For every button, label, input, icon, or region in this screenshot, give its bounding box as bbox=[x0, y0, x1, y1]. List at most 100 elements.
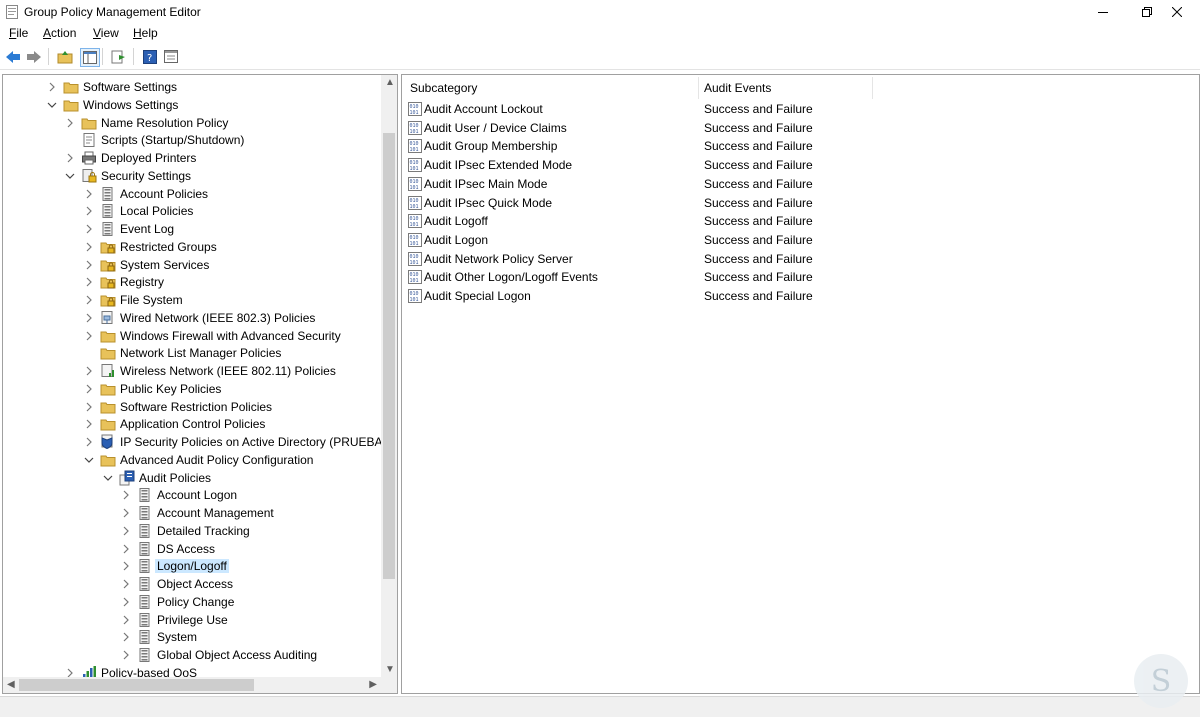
tree-node[interactable]: System Services bbox=[3, 256, 381, 274]
chevron-right-icon[interactable] bbox=[47, 80, 57, 94]
tree-node[interactable]: Software Settings bbox=[3, 78, 381, 96]
list-item[interactable]: 010 101 Audit Logon Success and Failure bbox=[402, 231, 1192, 249]
tree-node[interactable]: Scripts (Startup/Shutdown) bbox=[3, 131, 381, 149]
tree-node[interactable]: Wireless Network (IEEE 802.11) Policies bbox=[3, 362, 381, 380]
chevron-right-icon[interactable] bbox=[84, 240, 94, 254]
tree-node[interactable]: Policy-based QoS bbox=[3, 664, 381, 677]
tree-vscroll-thumb[interactable] bbox=[383, 133, 395, 579]
chevron-right-icon[interactable] bbox=[65, 151, 75, 165]
scroll-up-icon[interactable]: ▲ bbox=[385, 77, 395, 88]
menu-file[interactable]: File bbox=[9, 26, 28, 40]
chevron-right-icon[interactable] bbox=[121, 577, 131, 591]
tree-hscroll-thumb[interactable] bbox=[19, 679, 254, 691]
properties-button[interactable] bbox=[162, 48, 180, 65]
list-item[interactable]: 010 101 Audit Network Policy Server Success… bbox=[402, 250, 1192, 268]
chevron-right-icon[interactable] bbox=[84, 187, 94, 201]
tree-node[interactable]: Restricted Groups bbox=[3, 238, 381, 256]
chevron-down-icon[interactable] bbox=[84, 453, 94, 467]
chevron-right-icon[interactable] bbox=[121, 613, 131, 627]
list-item[interactable]: 010 101 Audit Other Logon/Logoff Events Suc… bbox=[402, 268, 1192, 286]
chevron-right-icon[interactable] bbox=[84, 417, 94, 431]
minimize-button[interactable] bbox=[1080, 0, 1126, 24]
column-divider[interactable] bbox=[872, 77, 873, 99]
close-button[interactable] bbox=[1154, 0, 1200, 24]
chevron-right-icon[interactable] bbox=[84, 275, 94, 289]
tree-node[interactable]: Registry bbox=[3, 273, 381, 291]
chevron-right-icon[interactable] bbox=[121, 488, 131, 502]
forward-button[interactable] bbox=[25, 48, 43, 65]
chevron-right-icon[interactable] bbox=[84, 222, 94, 236]
chevron-right-icon[interactable] bbox=[84, 382, 94, 396]
chevron-right-icon[interactable] bbox=[121, 630, 131, 644]
tree-node[interactable]: Public Key Policies bbox=[3, 380, 381, 398]
tree-node[interactable]: Advanced Audit Policy Configuration bbox=[3, 451, 381, 469]
tree-node[interactable]: Event Log bbox=[3, 220, 381, 238]
chevron-right-icon[interactable] bbox=[84, 329, 94, 343]
scroll-right-icon[interactable]: ▶ bbox=[369, 679, 377, 690]
chevron-right-icon[interactable] bbox=[84, 258, 94, 272]
tree-horizontal-scrollbar[interactable]: ◀ ▶ bbox=[3, 677, 381, 693]
menu-view[interactable]: View bbox=[93, 26, 119, 40]
menu-help[interactable]: Help bbox=[133, 26, 158, 40]
chevron-right-icon[interactable] bbox=[121, 524, 131, 538]
export-list-button[interactable] bbox=[110, 48, 128, 65]
list-item[interactable]: 010 101 Audit IPsec Main Mode Success and F… bbox=[402, 175, 1192, 193]
chevron-right-icon[interactable] bbox=[121, 559, 131, 573]
tree-node[interactable]: Detailed Tracking bbox=[3, 522, 381, 540]
tree-node[interactable]: Account Policies bbox=[3, 185, 381, 203]
tree-node[interactable]: Windows Settings bbox=[3, 96, 381, 114]
list-item[interactable]: 010 101 Audit User / Device Claims Success … bbox=[402, 119, 1192, 137]
scroll-left-icon[interactable]: ◀ bbox=[7, 679, 15, 690]
help-button[interactable]: ? bbox=[141, 48, 159, 65]
column-header-subcategory[interactable]: Subcategory bbox=[410, 75, 696, 101]
tree-node[interactable]: Account Management bbox=[3, 504, 381, 522]
chevron-down-icon[interactable] bbox=[47, 98, 57, 112]
chevron-right-icon[interactable] bbox=[121, 506, 131, 520]
back-button[interactable] bbox=[4, 48, 22, 65]
chevron-right-icon[interactable] bbox=[84, 435, 94, 449]
chevron-down-icon[interactable] bbox=[65, 169, 75, 183]
tree-node[interactable]: Local Policies bbox=[3, 202, 381, 220]
tree-node[interactable]: Network List Manager Policies bbox=[3, 344, 381, 362]
chevron-right-icon[interactable] bbox=[121, 595, 131, 609]
list-item[interactable]: 010 101 Audit Group Membership Success and … bbox=[402, 137, 1192, 155]
tree-node[interactable]: Wired Network (IEEE 802.3) Policies bbox=[3, 309, 381, 327]
list-item[interactable]: 010 101 Audit Special Logon Success and Fai… bbox=[402, 287, 1192, 305]
tree-node[interactable]: IP Security Policies on Active Directory… bbox=[3, 433, 381, 451]
column-divider[interactable] bbox=[698, 77, 699, 99]
list-item[interactable]: 010 101 Audit Account Lockout Success and F… bbox=[402, 100, 1192, 118]
chevron-right-icon[interactable] bbox=[65, 116, 75, 130]
scroll-down-icon[interactable]: ▼ bbox=[385, 664, 395, 675]
chevron-down-icon[interactable] bbox=[103, 471, 113, 485]
chevron-right-icon[interactable] bbox=[121, 648, 131, 662]
tree-vertical-scrollbar[interactable]: ▲ ▼ bbox=[381, 75, 397, 677]
tree-node[interactable]: Software Restriction Policies bbox=[3, 398, 381, 416]
tree-node[interactable]: Account Logon bbox=[3, 486, 381, 504]
tree-node[interactable]: Logon/Logoff bbox=[3, 557, 381, 575]
show-hide-tree-button[interactable] bbox=[80, 48, 100, 67]
tree-node[interactable]: Windows Firewall with Advanced Security bbox=[3, 327, 381, 345]
tree-node[interactable]: Audit Policies bbox=[3, 469, 381, 487]
tree-node[interactable]: Application Control Policies bbox=[3, 415, 381, 433]
tree-node[interactable]: File System bbox=[3, 291, 381, 309]
chevron-right-icon[interactable] bbox=[84, 364, 94, 378]
chevron-right-icon[interactable] bbox=[121, 542, 131, 556]
tree-node[interactable]: Name Resolution Policy bbox=[3, 114, 381, 132]
list-item[interactable]: 010 101 Audit IPsec Quick Mode Success and … bbox=[402, 194, 1192, 212]
chevron-right-icon[interactable] bbox=[84, 400, 94, 414]
tree-node[interactable]: Global Object Access Auditing bbox=[3, 646, 381, 664]
column-header-audit-events[interactable]: Audit Events bbox=[704, 75, 870, 101]
tree-node[interactable]: Policy Change bbox=[3, 593, 381, 611]
list-item[interactable]: 010 101 Audit Logoff Success and Failure bbox=[402, 212, 1192, 230]
tree-node[interactable]: Security Settings bbox=[3, 167, 381, 185]
chevron-right-icon[interactable] bbox=[84, 311, 94, 325]
chevron-right-icon[interactable] bbox=[84, 204, 94, 218]
list-item[interactable]: 010 101 Audit IPsec Extended Mode Success a… bbox=[402, 156, 1192, 174]
tree-node[interactable]: DS Access bbox=[3, 540, 381, 558]
chevron-right-icon[interactable] bbox=[65, 666, 75, 677]
tree-node[interactable]: Deployed Printers bbox=[3, 149, 381, 167]
chevron-right-icon[interactable] bbox=[84, 293, 94, 307]
menu-action[interactable]: Action bbox=[43, 26, 76, 40]
tree-node[interactable]: Object Access bbox=[3, 575, 381, 593]
up-one-level-button[interactable] bbox=[56, 48, 74, 65]
